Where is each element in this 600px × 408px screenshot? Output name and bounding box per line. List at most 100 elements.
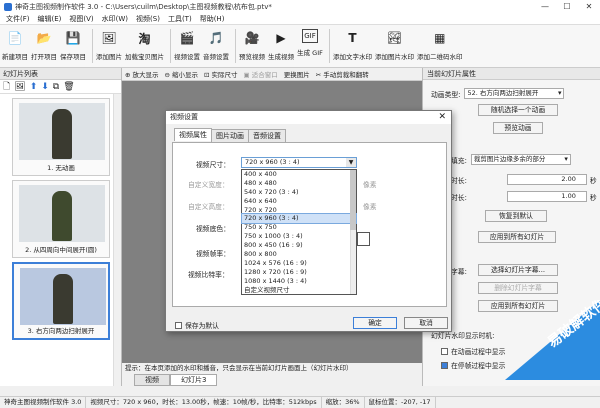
move-down-icon[interactable]: ⬇: [41, 82, 49, 92]
ok-button[interactable]: 确定: [353, 317, 397, 329]
hold-duration-label: 时长:: [451, 193, 467, 202]
add-image-watermark-button[interactable]: 🏞 添加图片水印: [375, 29, 414, 61]
dialog-title: 视频设置: [170, 113, 198, 121]
menu-edit[interactable]: 编辑(E): [34, 14, 66, 24]
tab-video-properties[interactable]: 视频属性: [174, 128, 212, 141]
toolbar-label: 保存项目: [60, 53, 86, 61]
toolbar-label: 加载宝贝图片: [125, 53, 164, 61]
anim-duration-input[interactable]: 2.00: [506, 174, 587, 185]
size-option[interactable]: 750 x 750: [242, 223, 356, 232]
cancel-button[interactable]: 取消: [404, 317, 448, 329]
chevron-down-icon[interactable]: ▼: [346, 158, 356, 167]
size-option[interactable]: 750 x 1000 (3 : 4): [242, 232, 356, 241]
tab-video[interactable]: 视频: [134, 374, 170, 386]
maximize-button[interactable]: ☐: [556, 0, 578, 14]
menu-video[interactable]: 视频(S): [132, 14, 164, 24]
wm-during-hold-checkbox[interactable]: [441, 361, 448, 369]
size-option[interactable]: 400 x 400: [242, 170, 356, 179]
dialog-tabs: 视频属性 图片动画 音频设置: [174, 128, 286, 142]
slide-thumbnail[interactable]: 1. 无动画: [12, 98, 110, 176]
menu-tools[interactable]: 工具(T): [164, 14, 196, 24]
wm-during-anim-checkbox[interactable]: [441, 347, 448, 355]
load-taobao-button[interactable]: 淘加载宝贝图片: [125, 29, 164, 62]
crop-flip-button[interactable]: ✂ 手动剪裁和翻转: [316, 69, 369, 79]
new-slide-icon[interactable]: 🗋: [3, 79, 10, 95]
close-button[interactable]: ✕: [578, 0, 600, 14]
tab-image-animation[interactable]: 图片动画: [211, 129, 249, 142]
generate-video-button[interactable]: ▶ 生成视频: [268, 29, 294, 61]
size-option[interactable]: 1080 x 1440 (3 : 4): [242, 277, 356, 286]
preview-anim-button[interactable]: 预览动画: [493, 122, 543, 134]
toolbar-separator: [235, 29, 236, 63]
size-option[interactable]: 自定义视频尺寸: [242, 286, 356, 295]
slide-thumbnail-selected[interactable]: 3. 右方向两边扫射展开: [12, 262, 110, 340]
dropdown-scroll-thumb[interactable]: [350, 170, 356, 230]
frame-rate-label: 视频帧率：: [196, 250, 230, 258]
choose-subtitle-button[interactable]: 选择幻灯片字幕...: [478, 264, 558, 276]
dropdown-scrollbar[interactable]: [350, 170, 356, 294]
properties-title: 当前幻灯片属性: [423, 68, 600, 80]
move-up-icon[interactable]: ⬆: [30, 82, 38, 92]
save-default-checkbox[interactable]: [175, 321, 182, 329]
menu-file[interactable]: 文件(F): [2, 14, 34, 24]
dialog-close-icon[interactable]: ✕: [438, 111, 446, 124]
text-watermark-icon: T: [348, 31, 357, 45]
toolbar-label: 音频设置: [203, 53, 229, 61]
slide-image: [20, 268, 106, 325]
slide-list-scrollbar[interactable]: [113, 94, 121, 386]
minimize-button[interactable]: —: [534, 0, 556, 14]
size-option[interactable]: 800 x 450 (16 : 9): [242, 241, 356, 250]
custom-height-label: 自定义高度：: [188, 203, 229, 211]
add-qrcode-watermark-button[interactable]: ▦ 添加二维码水印: [417, 29, 463, 61]
bg-color-swatch[interactable]: [357, 232, 370, 246]
add-text-watermark-button[interactable]: T 添加文字水印: [333, 29, 372, 61]
new-project-button[interactable]: 📄 新建项目: [2, 29, 28, 61]
replace-image-button[interactable]: 更换图片: [284, 69, 310, 79]
restore-default-button[interactable]: 恢复到默认: [485, 210, 547, 222]
tab-audio-settings[interactable]: 音频设置: [248, 129, 286, 142]
size-option-selected[interactable]: 720 x 960 (3 : 4): [241, 213, 357, 225]
add-image-icon: 🖼: [101, 31, 117, 45]
size-option[interactable]: 720 x 720: [242, 206, 356, 215]
toolbar-label: 预览视频: [239, 53, 265, 61]
size-option[interactable]: 1024 x 576 (16 : 9): [242, 259, 356, 268]
save-project-button[interactable]: 💾 保存项目: [60, 29, 86, 61]
new-project-icon: 📄: [7, 31, 23, 45]
size-option[interactable]: 480 x 480: [242, 179, 356, 188]
size-option[interactable]: 540 x 720 (3 : 4): [242, 188, 356, 197]
tab-slide3[interactable]: 幻灯片3: [170, 374, 218, 386]
random-anim-button[interactable]: 随机选择一个动画: [478, 104, 558, 116]
open-project-button[interactable]: 📂 打开项目: [31, 29, 57, 61]
fill-mode-select[interactable]: 裁剪图片边缘多余的部分: [470, 154, 571, 165]
generate-gif-button[interactable]: GIF 生成 GIF: [297, 29, 323, 57]
actual-size-label: 实际尺寸: [211, 71, 238, 79]
video-size-select[interactable]: 720 x 960 (3 : 4) ▼: [241, 157, 357, 168]
remove-subtitle-button[interactable]: 删除幻灯片字幕: [478, 282, 558, 294]
preview-video-button[interactable]: 🎥 预览视频: [239, 29, 265, 61]
menu-watermark[interactable]: 水印(W): [98, 14, 132, 24]
custom-width-label: 自定义宽度：: [188, 181, 229, 189]
menu-help[interactable]: 帮助(H): [196, 14, 229, 24]
size-option[interactable]: 1280 x 720 (16 : 9): [242, 268, 356, 277]
copy-slide-icon[interactable]: ⧉: [53, 82, 59, 92]
video-settings-button[interactable]: 🎬 视频设置: [174, 29, 200, 61]
status-video-info: 视频尺寸：720 x 960，时长：13.00秒，帧速：10帧/秒，比特率：51…: [86, 397, 322, 408]
menu-view[interactable]: 视图(V): [65, 14, 97, 24]
image-slide-icon[interactable]: 🖼: [14, 82, 25, 92]
zoom-in-label: 放大显示: [132, 71, 159, 79]
audio-settings-button[interactable]: 🎵 音频设置: [203, 29, 229, 61]
bg-color-label: 视频底色：: [196, 225, 230, 233]
apply-all-button[interactable]: 应用到所有幻灯片: [478, 231, 556, 243]
anim-type-select[interactable]: 52. 右方向两边扫射展开: [464, 88, 565, 99]
slide-thumbnail[interactable]: 2. 从四周向中间展开(圆): [12, 180, 110, 258]
zoom-out-button[interactable]: ⊖ 缩小显示: [165, 69, 199, 79]
size-option[interactable]: 640 x 640: [242, 197, 356, 206]
hold-duration-input[interactable]: 1.00: [506, 191, 587, 202]
video-size-label: 视频尺寸：: [196, 161, 230, 169]
add-image-button[interactable]: 🖼 添加图片: [96, 29, 122, 61]
delete-slide-icon[interactable]: 🗑: [63, 82, 74, 92]
zoom-in-button[interactable]: ⊕ 放大显示: [125, 69, 159, 79]
size-option[interactable]: 800 x 800: [242, 250, 356, 259]
fit-window-button[interactable]: ▣ 适合窗口: [244, 69, 278, 79]
actual-size-button[interactable]: ⊡ 实际尺寸: [204, 69, 238, 79]
